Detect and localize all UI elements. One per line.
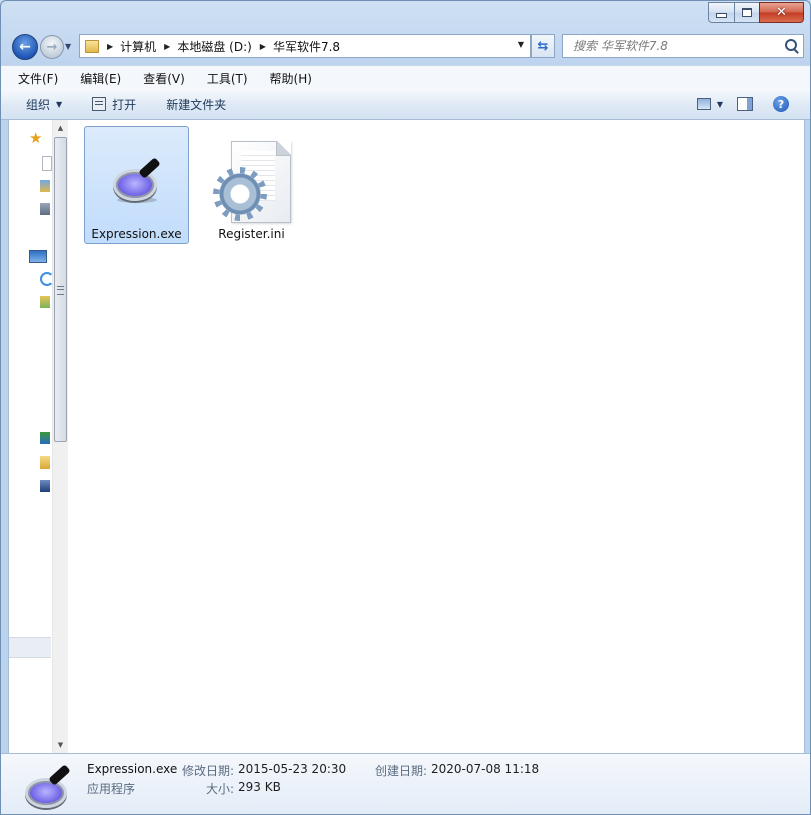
breadcrumb-current-folder[interactable]: 华军软件7.8 — [273, 38, 340, 55]
breadcrumb-separator-icon[interactable]: ▶ — [164, 42, 170, 51]
maximize-icon — [742, 8, 752, 17]
nav-pane-divider — [9, 637, 51, 658]
open-button[interactable]: 打开 — [84, 96, 144, 113]
grip-icon — [57, 286, 64, 295]
file-item-expression-exe[interactable]: Expression.exe — [84, 126, 189, 244]
computer-icon[interactable] — [29, 250, 47, 263]
details-modified-label: 修改日期: — [182, 764, 235, 778]
change-view-icon[interactable] — [696, 98, 711, 110]
details-modified-value: 2015-05-23 20:30 — [238, 762, 347, 776]
forward-button[interactable]: → — [40, 35, 64, 59]
open-label: 打开 — [112, 97, 137, 112]
arrow-right-icon: → — [46, 39, 58, 55]
arrow-left-icon: ← — [19, 39, 31, 55]
back-button[interactable]: ← — [12, 34, 38, 60]
minimize-button[interactable] — [708, 2, 735, 23]
network-icon[interactable] — [40, 432, 50, 444]
scroll-up-icon[interactable]: ▲ — [53, 120, 68, 136]
search-box[interactable] — [562, 34, 804, 58]
close-icon: ✕ — [776, 5, 787, 20]
menu-tools[interactable]: 工具(T) — [190, 70, 253, 87]
menu-edit[interactable]: 编辑(E) — [63, 70, 126, 87]
breadcrumb-separator-icon[interactable]: ▶ — [260, 42, 266, 51]
folder-icon[interactable] — [40, 456, 50, 469]
menu-view[interactable]: 查看(V) — [126, 70, 190, 87]
organize-label: 组织 — [26, 97, 51, 112]
folder-icon — [85, 39, 99, 53]
maximize-button[interactable] — [734, 2, 760, 23]
recent-pages-dropdown[interactable]: ▼ — [65, 42, 71, 51]
file-item-register-ini[interactable]: Register.ini — [199, 126, 304, 244]
downloads-icon[interactable] — [40, 180, 50, 192]
control-panel-icon[interactable] — [40, 480, 50, 492]
close-button[interactable]: ✕ — [759, 2, 804, 23]
content-area: ★ ▲ ▼ Expression.exe Register.ini — [8, 120, 805, 753]
scrollbar-thumb[interactable] — [54, 137, 67, 442]
menu-file[interactable]: 文件(F) — [1, 70, 63, 87]
file-name: Expression.exe — [91, 227, 182, 241]
menu-bar: 文件(F) 编辑(E) 查看(V) 工具(T) 帮助(H) — [1, 65, 810, 90]
minimize-icon — [716, 13, 727, 18]
breadcrumb-computer[interactable]: 计算机 — [120, 38, 156, 55]
new-folder-label: 新建文件夹 — [166, 97, 227, 112]
chevron-down-icon: ▼ — [56, 99, 63, 109]
details-size-label: 大小: — [206, 782, 235, 796]
details-pane: Expression.exe 应用程序 修改日期: 2015-05-23 20:… — [1, 753, 810, 814]
search-input[interactable] — [571, 38, 785, 54]
view-controls: ▼ ? — [696, 89, 810, 119]
details-file-name: Expression.exe — [87, 762, 178, 776]
help-icon[interactable]: ? — [773, 96, 789, 112]
recent-places-icon[interactable] — [40, 203, 50, 215]
config-file-icon — [211, 135, 293, 225]
details-size-value: 293 KB — [238, 780, 281, 794]
desktop-icon[interactable] — [42, 156, 52, 171]
navigation-pane: ★ ▲ ▼ — [9, 120, 68, 753]
command-bar: 组织 ▼ 打开 新建文件夹 ▼ ? — [1, 89, 810, 120]
details-created-value: 2020-07-08 11:18 — [431, 762, 540, 776]
magnifier-icon — [21, 758, 77, 814]
file-name: Register.ini — [218, 227, 285, 241]
details-file-type: 应用程序 — [87, 782, 136, 796]
caption-buttons: ✕ — [708, 2, 804, 23]
open-icon — [92, 97, 107, 111]
nav-pane-scrollbar[interactable]: ▲ ▼ — [52, 120, 68, 753]
breadcrumb-separator-icon[interactable]: ▶ — [107, 42, 113, 51]
details-created-label: 创建日期: — [375, 764, 428, 778]
menu-help[interactable]: 帮助(H) — [253, 70, 317, 87]
preview-pane-icon[interactable] — [737, 97, 753, 111]
refresh-button[interactable]: ⇆ — [531, 34, 555, 58]
breadcrumb-local-disk-d[interactable]: 本地磁盘 (D:) — [177, 38, 251, 55]
refresh-icon: ⇆ — [537, 38, 549, 54]
view-options-chevron-icon[interactable]: ▼ — [717, 100, 723, 109]
address-bar[interactable]: ▶ 计算机 ▶ 本地磁盘 (D:) ▶ 华军软件7.8 ▼ — [79, 34, 531, 58]
library-icon[interactable] — [40, 296, 50, 308]
search-icon[interactable] — [785, 39, 797, 51]
magnifier-icon — [107, 151, 167, 211]
organize-button[interactable]: 组织 ▼ — [18, 96, 70, 113]
new-folder-button[interactable]: 新建文件夹 — [158, 96, 234, 113]
explorer-window: ✕ ← → ▼ ▶ 计算机 ▶ 本地磁盘 (D:) ▶ 华军软件7.8 ▼ ⇆ … — [0, 0, 811, 815]
address-dropdown-icon[interactable]: ▼ — [518, 40, 524, 49]
scroll-down-icon[interactable]: ▼ — [53, 737, 68, 753]
favorites-star-icon[interactable]: ★ — [29, 131, 42, 146]
